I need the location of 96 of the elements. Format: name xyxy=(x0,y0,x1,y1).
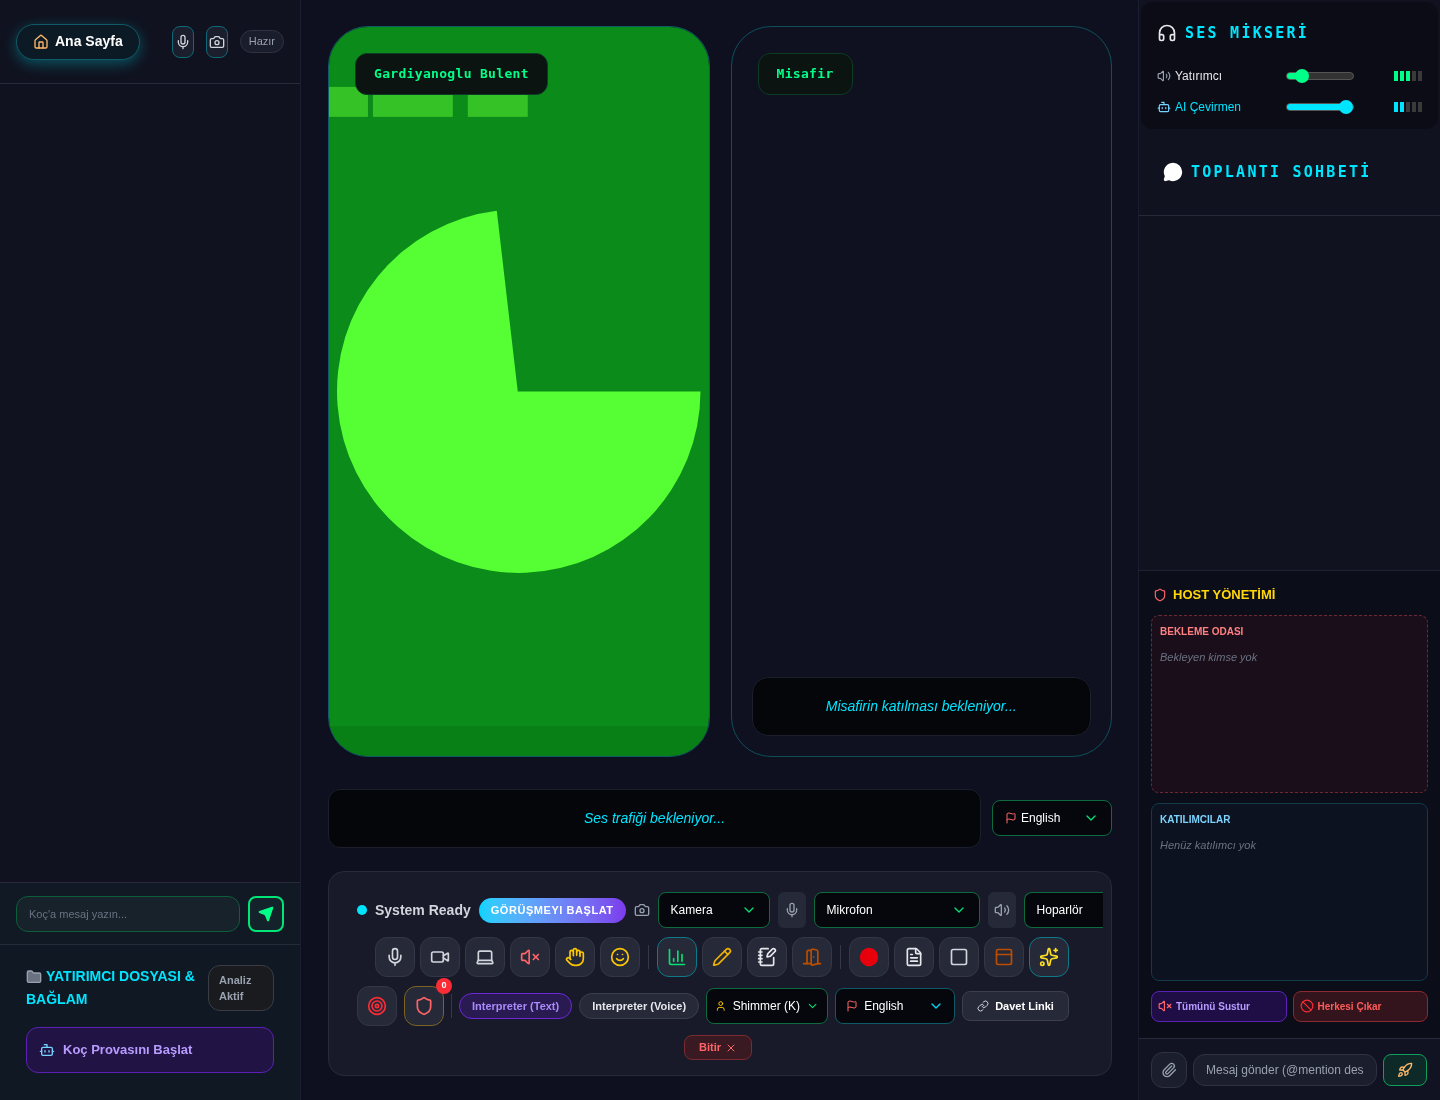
coach-message-field[interactable]: Koç'a mesaj yazın... xyxy=(16,895,240,932)
sparkles-icon xyxy=(1039,947,1059,967)
volume-slider[interactable] xyxy=(1286,103,1354,111)
toolbar-button[interactable] xyxy=(1029,937,1069,977)
kick-all-button[interactable]: Herkesi Çıkar xyxy=(1292,990,1428,1022)
send-button[interactable] xyxy=(1383,1053,1427,1086)
language-select[interactable]: English xyxy=(992,800,1112,836)
language-select[interactable]: English xyxy=(835,988,956,1024)
waiting-room-empty: Bekleyen kimse yok xyxy=(1160,649,1259,665)
rehearsal-button[interactable]: Koç Provasını Başlat xyxy=(26,1027,274,1073)
toolbar-button[interactable] xyxy=(747,937,787,977)
waiting-room-title: BEKLEME ODASI xyxy=(1160,624,1245,639)
rocket-icon xyxy=(1397,1061,1413,1078)
chat-title: TOPLANTI SOHBETİ xyxy=(1191,161,1372,183)
end-button[interactable]: Bitir xyxy=(684,1035,752,1060)
transcript-panel: Ses trafiği bekleniyor... xyxy=(328,789,981,848)
speaker-muted-icon xyxy=(1158,999,1172,1013)
send-icon xyxy=(258,905,274,922)
microphone-button[interactable] xyxy=(171,25,194,58)
mute-all-button[interactable]: Tümünü Sustur xyxy=(1151,990,1287,1022)
prohibited-icon xyxy=(1299,999,1314,1013)
speaker-icon xyxy=(993,902,1010,918)
chat-message-field[interactable]: Mesaj gönder (@mention des xyxy=(1193,1053,1377,1086)
smiley-icon xyxy=(610,947,630,967)
host-shield-button[interactable] xyxy=(404,986,444,1026)
pencil-icon xyxy=(712,947,732,967)
camera-icon xyxy=(633,902,650,918)
waiting-banner: Misafirin katılması bekleniyor... xyxy=(751,677,1091,736)
toolbar-button[interactable] xyxy=(894,937,934,977)
speaker-select[interactable]: Hoparlör xyxy=(1023,892,1103,928)
headphones-icon xyxy=(1157,23,1177,44)
participant-name: Misafir xyxy=(757,53,853,95)
laptop-icon xyxy=(475,947,495,967)
door-icon xyxy=(802,947,822,967)
toolbar-button[interactable] xyxy=(600,937,640,977)
participants-empty: Henüz katılımcı yok xyxy=(1160,837,1257,853)
voice-select[interactable]: Shimmer (K) xyxy=(706,988,829,1024)
flag-icon xyxy=(846,1000,859,1012)
toolbar-button[interactable] xyxy=(657,937,697,977)
host-title: HOST YÖNETİMİ xyxy=(1173,586,1276,604)
robot-icon xyxy=(1157,100,1171,114)
record-icon xyxy=(859,947,879,967)
invite-link-button[interactable]: Davet Linki xyxy=(962,991,1069,1021)
speaker-muted-icon xyxy=(520,947,540,967)
toolbar-button[interactable] xyxy=(420,937,460,977)
camera-button[interactable] xyxy=(205,25,228,58)
target-icon xyxy=(367,996,387,1016)
toolbar-button[interactable] xyxy=(555,937,595,977)
system-status: System Ready xyxy=(375,900,471,920)
toolbar-button[interactable] xyxy=(939,937,979,977)
microphone-test-button[interactable] xyxy=(777,892,806,928)
toolbar-button[interactable] xyxy=(375,937,415,977)
toolbar-button[interactable] xyxy=(702,937,742,977)
hand-icon xyxy=(565,947,585,967)
microphone-icon xyxy=(385,947,405,967)
attach-button[interactable] xyxy=(1151,1051,1187,1088)
send-button[interactable] xyxy=(248,895,284,932)
channel-name: AI Çevirmen xyxy=(1175,99,1243,116)
home-button[interactable]: Ana Sayfa xyxy=(16,23,140,60)
volume-slider[interactable] xyxy=(1286,72,1354,80)
speaker-icon xyxy=(1157,69,1171,83)
shield-icon xyxy=(1153,587,1167,602)
voice-label: Shimmer (K) xyxy=(732,998,800,1015)
participants-title: KATILIMCILAR xyxy=(1160,812,1232,827)
analysis-badge: Analiz Aktif xyxy=(208,965,274,1011)
speaker-test-button[interactable] xyxy=(987,892,1016,928)
flag-icon xyxy=(1005,812,1017,824)
status-badge: Hazır xyxy=(239,30,284,53)
folder-icon xyxy=(26,969,42,986)
link-icon xyxy=(977,1000,990,1012)
language-label: English xyxy=(864,998,905,1015)
shield-icon xyxy=(414,996,434,1016)
toolbar-button[interactable] xyxy=(465,937,505,977)
document-icon xyxy=(904,947,924,967)
camera-select[interactable]: Kamera xyxy=(657,892,770,928)
start-meeting-button[interactable]: GÖRÜŞMEYI BAŞLAT xyxy=(478,897,626,923)
bar-chart-icon xyxy=(667,947,687,967)
robot-icon xyxy=(39,1042,55,1058)
interpreter-mode-button[interactable]: Interpreter (Voice) xyxy=(579,993,700,1019)
channel-name: Yatırımcı xyxy=(1175,68,1224,85)
notification-badge: 0 xyxy=(436,978,452,994)
language-label: English xyxy=(1021,810,1061,827)
participant-name: Gardiyanoglu Bulent xyxy=(355,53,548,95)
person-icon xyxy=(715,999,727,1013)
house-icon xyxy=(33,33,49,50)
toolbar-button[interactable] xyxy=(510,937,550,977)
microphone-select[interactable]: Mikrofon xyxy=(813,892,980,928)
mixer-title: SES MİKSERİ xyxy=(1185,22,1310,44)
window-icon xyxy=(994,947,1014,967)
notepad-icon xyxy=(757,947,777,967)
dossier-title: YATIRIMCI DOSYASI & BAĞLAM xyxy=(26,967,196,1009)
interpreter-mode-button[interactable]: Interpreter (Text) xyxy=(459,993,573,1019)
camera-icon xyxy=(208,33,225,50)
paperclip-icon xyxy=(1161,1061,1177,1078)
speech-bubble-icon xyxy=(1163,162,1183,182)
target-button[interactable] xyxy=(357,986,397,1026)
